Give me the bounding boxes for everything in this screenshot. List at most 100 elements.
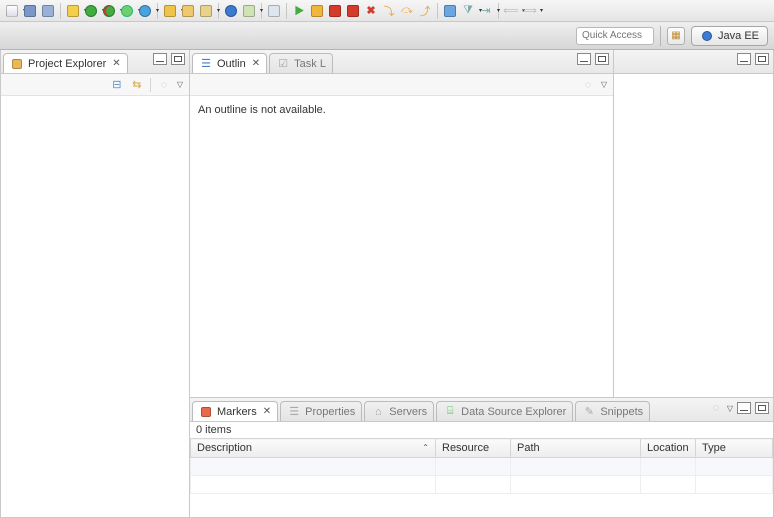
separator xyxy=(150,78,151,92)
tab-data-source-explorer[interactable]: ⌸ Data Source Explorer xyxy=(436,401,573,421)
tab-snippets[interactable]: ✎ Snippets xyxy=(575,401,650,421)
minimize-button[interactable] xyxy=(577,53,591,65)
tab-project-explorer[interactable]: Project Explorer ✕ xyxy=(3,53,128,73)
view-menu-icon[interactable]: ▽ xyxy=(601,80,607,89)
collapse-all-icon[interactable]: ⊟ xyxy=(110,78,124,92)
javaee-perspective-icon xyxy=(700,29,714,43)
view-menu-icon[interactable]: ▽ xyxy=(177,80,183,89)
focus-icon[interactable]: ◌ xyxy=(581,78,595,92)
minimize-button[interactable] xyxy=(153,53,167,65)
project-explorer-view: Project Explorer ✕ ⊟ ⇆ ◌ ▽ xyxy=(0,50,190,518)
col-type[interactable]: Type xyxy=(696,439,773,458)
open-perspective-button[interactable]: ▦ xyxy=(667,27,685,45)
link-editor-icon[interactable]: ⇆ xyxy=(130,78,144,92)
run-icon[interactable] xyxy=(83,3,99,19)
servers-icon: ⌂ xyxy=(371,405,385,419)
new-icon[interactable] xyxy=(4,3,20,19)
project-explorer-tabstrip: Project Explorer ✕ xyxy=(1,50,189,74)
close-icon[interactable]: ✕ xyxy=(252,58,260,69)
col-description[interactable]: Description xyxy=(191,439,436,458)
maximize-button[interactable] xyxy=(171,53,185,65)
col-resource[interactable]: Resource xyxy=(436,439,511,458)
new-server-icon[interactable] xyxy=(162,3,178,19)
minimize-button[interactable] xyxy=(737,402,751,414)
favorites-icon[interactable] xyxy=(65,3,81,19)
external-tools-icon[interactable] xyxy=(137,3,153,19)
editor-tabstrip xyxy=(614,50,773,74)
run-config-icon[interactable] xyxy=(101,3,117,19)
separator xyxy=(286,3,287,19)
back-icon[interactable]: ⟸ xyxy=(503,3,519,19)
tab-label: Data Source Explorer xyxy=(461,406,566,418)
main-toolbar: ✖ ⤵ ⤼ ⤴ ⧩ ⇥ ⟸ ⟹ xyxy=(0,0,774,22)
tab-label: Outlin xyxy=(217,58,246,70)
tab-label: Task L xyxy=(294,58,326,70)
tab-label: Markers xyxy=(217,406,257,418)
maximize-button[interactable] xyxy=(755,53,769,65)
step-into-icon[interactable]: ⤵ xyxy=(381,3,397,19)
maximize-button[interactable] xyxy=(595,53,609,65)
items-count-label: 0 items xyxy=(190,422,773,438)
col-location[interactable]: Location xyxy=(641,439,696,458)
focus-icon[interactable]: ◌ xyxy=(709,401,723,415)
java-editor-icon[interactable] xyxy=(241,3,257,19)
table-row xyxy=(191,458,773,476)
data-source-icon: ⌸ xyxy=(443,405,457,419)
project-explorer-toolbar: ⊟ ⇆ ◌ ▽ xyxy=(1,74,189,96)
tasks-icon[interactable] xyxy=(442,3,458,19)
open-type-icon[interactable] xyxy=(180,3,196,19)
separator xyxy=(437,3,438,19)
view-menu-icon[interactable]: ▽ xyxy=(727,404,733,413)
snippets-icon: ✎ xyxy=(582,405,596,419)
filter-icon[interactable]: ⧩ xyxy=(460,3,476,19)
maximize-button[interactable] xyxy=(755,402,769,414)
tab-markers[interactable]: Markers ✕ xyxy=(192,401,278,421)
terminate-icon[interactable] xyxy=(327,3,343,19)
markers-table: Description Resource Path Location Type xyxy=(190,438,773,494)
markers-view: Markers ✕ ☰ Properties ⌂ Servers ⌸ Data … xyxy=(190,398,774,518)
wizard-icon[interactable] xyxy=(198,3,214,19)
separator xyxy=(660,26,661,46)
properties-icon: ☰ xyxy=(287,405,301,419)
close-icon[interactable]: ✕ xyxy=(263,406,271,417)
window-icon[interactable] xyxy=(266,3,282,19)
project-explorer-icon xyxy=(10,57,24,71)
minimize-button[interactable] xyxy=(737,53,751,65)
step-over-icon[interactable]: ⤼ xyxy=(399,3,415,19)
quick-access-input[interactable] xyxy=(576,27,654,45)
save-all-icon[interactable] xyxy=(40,3,56,19)
debug-icon[interactable] xyxy=(119,3,135,19)
col-path[interactable]: Path xyxy=(511,439,641,458)
task-list-icon: ☑ xyxy=(276,57,290,71)
tab-outline[interactable]: ☰ Outlin ✕ xyxy=(192,53,267,73)
annotations-icon[interactable]: ⇥ xyxy=(478,3,494,19)
tab-properties[interactable]: ☰ Properties xyxy=(280,401,362,421)
focus-task-icon[interactable]: ◌ xyxy=(157,78,171,92)
perspective-javaee-button[interactable]: Java EE xyxy=(691,26,768,46)
step-return-icon[interactable]: ⤴ xyxy=(417,3,433,19)
outline-tabstrip: ☰ Outlin ✕ ☑ Task L xyxy=(190,50,613,74)
editor-area xyxy=(614,50,774,398)
editor-body xyxy=(614,74,773,397)
separator xyxy=(60,3,61,19)
forward-icon[interactable]: ⟹ xyxy=(521,3,537,19)
perspective-bar: ▦ Java EE xyxy=(0,22,774,50)
tab-task-list[interactable]: ☑ Task L xyxy=(269,53,333,73)
tab-servers[interactable]: ⌂ Servers xyxy=(364,401,434,421)
tab-label: Project Explorer xyxy=(28,58,106,70)
outline-toolbar: ◌ ▽ xyxy=(190,74,613,96)
perspective-label: Java EE xyxy=(718,30,759,42)
disconnect-icon[interactable] xyxy=(345,3,361,19)
tab-label: Properties xyxy=(305,406,355,418)
outline-icon: ☰ xyxy=(199,57,213,71)
tab-label: Snippets xyxy=(600,406,643,418)
resume-icon[interactable] xyxy=(291,3,307,19)
save-icon[interactable] xyxy=(22,3,38,19)
project-explorer-body xyxy=(1,96,189,517)
close-icon[interactable]: ✕ xyxy=(112,58,120,69)
remove-icon[interactable]: ✖ xyxy=(363,3,379,19)
outline-body: An outline is not available. xyxy=(190,96,613,397)
outline-view: ☰ Outlin ✕ ☑ Task L ◌ ▽ An outline is no… xyxy=(190,50,614,398)
web-browser-icon[interactable] xyxy=(223,3,239,19)
suspend-icon[interactable] xyxy=(309,3,325,19)
